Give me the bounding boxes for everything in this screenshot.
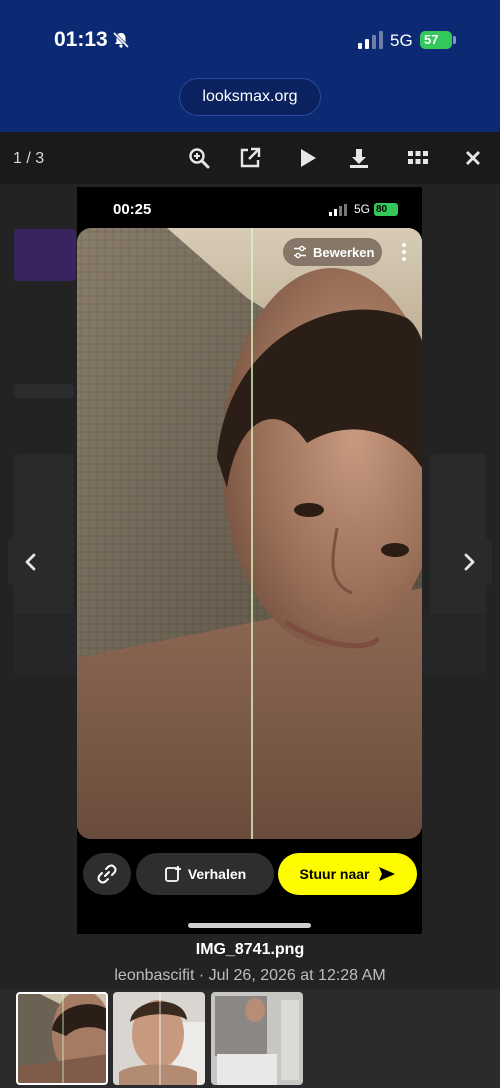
open-external-icon bbox=[240, 147, 261, 168]
download-icon bbox=[350, 149, 368, 168]
signal-icon bbox=[358, 31, 383, 49]
link-icon bbox=[97, 864, 117, 884]
inner-signal-icon bbox=[329, 204, 347, 216]
inner-network-label: 5G bbox=[354, 202, 371, 216]
thumbnail-2[interactable] bbox=[113, 992, 205, 1085]
backdrop-avatar bbox=[14, 229, 76, 281]
image-filename: IMG_8741.png bbox=[195, 941, 305, 958]
thumbnails-grid-button[interactable] bbox=[405, 145, 431, 171]
thumbnail-strip bbox=[0, 989, 500, 1088]
grid-icon bbox=[408, 151, 428, 164]
viewer-toolbar: 1 / 3 bbox=[0, 132, 500, 184]
battery-indicator: 57 bbox=[420, 31, 456, 49]
status-time: 01:13 bbox=[54, 28, 108, 51]
selfie-photo: Bewerken bbox=[77, 228, 422, 839]
image-meta: leonbascifit · Jul 26, 2026 at 12:28 AM bbox=[114, 967, 386, 984]
slideshow-play-button[interactable] bbox=[295, 145, 321, 171]
zoom-in-button[interactable] bbox=[186, 145, 212, 171]
send-to-button[interactable]: Stuur naar bbox=[278, 853, 417, 895]
bell-muted-icon bbox=[112, 31, 130, 49]
network-label: 5G bbox=[390, 31, 413, 50]
close-button[interactable] bbox=[460, 145, 486, 171]
inner-battery: 80 bbox=[374, 203, 398, 216]
battery-nub bbox=[453, 36, 456, 44]
url-bar[interactable]: looksmax.org bbox=[179, 78, 321, 116]
inner-status-time: 00:25 bbox=[113, 201, 152, 218]
sliders-icon bbox=[294, 245, 306, 259]
thumbnail-3[interactable] bbox=[211, 992, 303, 1085]
thumbnail-image bbox=[211, 992, 303, 1085]
chevron-right-icon bbox=[464, 553, 475, 571]
home-indicator bbox=[188, 923, 311, 928]
stories-button[interactable]: Verhalen bbox=[136, 853, 274, 895]
more-options-icon[interactable] bbox=[397, 240, 411, 264]
image-counter: 1 / 3 bbox=[13, 150, 45, 167]
play-icon bbox=[301, 149, 316, 167]
copy-link-button[interactable] bbox=[83, 853, 131, 895]
close-icon bbox=[466, 151, 480, 165]
thumbnail-1[interactable] bbox=[16, 992, 108, 1085]
download-button[interactable] bbox=[346, 145, 372, 171]
status-bar: 01:13 5G 57 looksmax.org bbox=[0, 0, 500, 132]
zoom-in-icon bbox=[189, 148, 210, 169]
send-arrow-icon bbox=[378, 867, 395, 881]
selfie-image bbox=[77, 228, 422, 839]
battery-percent: 57 bbox=[420, 31, 452, 49]
next-image-button[interactable] bbox=[446, 539, 492, 585]
thumbnail-image bbox=[113, 992, 205, 1085]
previous-image-button[interactable] bbox=[8, 539, 54, 585]
edit-button[interactable]: Bewerken bbox=[283, 238, 382, 266]
edit-label: Bewerken bbox=[313, 244, 375, 260]
backdrop-block bbox=[14, 384, 74, 398]
viewed-screenshot: 00:25 5G 80 Bewerken Verhalen Stuur naar bbox=[77, 187, 422, 934]
add-story-icon bbox=[164, 866, 181, 882]
open-external-button[interactable] bbox=[237, 145, 263, 171]
stories-label: Verhalen bbox=[187, 866, 247, 882]
chevron-left-icon bbox=[25, 553, 36, 571]
thumbnail-image bbox=[16, 992, 108, 1085]
send-label: Stuur naar bbox=[299, 866, 370, 882]
